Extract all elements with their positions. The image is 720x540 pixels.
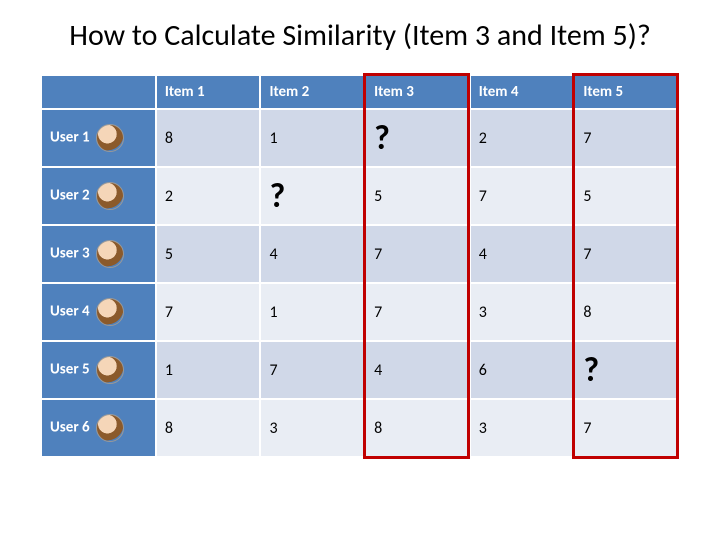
header-blank [41,75,156,109]
cell-value: 1 [156,341,261,399]
cell-value: 8 [156,399,261,457]
cell-value: 7 [365,225,470,283]
cell-value: 4 [260,225,365,283]
table-row: User 354747 [41,225,679,283]
cell-value: 7 [365,283,470,341]
missing-value-icon: ? [374,118,390,159]
user-avatar-icon [96,356,124,384]
table-row: User 51746? [41,341,679,399]
cell-value: 8 [574,283,679,341]
col-header: Item 5 [574,75,679,109]
cell-value: 7 [156,283,261,341]
cell-value: 7 [574,399,679,457]
row-label: User 3 [41,225,156,283]
cell-value: 7 [470,167,575,225]
missing-value-icon: ? [269,176,285,217]
cell-value: 4 [470,225,575,283]
user-avatar-icon [96,182,124,210]
cell-value: 8 [365,399,470,457]
row-label: User 1 [41,109,156,167]
col-header: Item 1 [156,75,261,109]
row-label: User 4 [41,283,156,341]
col-header: Item 2 [260,75,365,109]
cell-value: 7 [574,109,679,167]
cell-value: 5 [574,167,679,225]
cell-value: 2 [470,109,575,167]
cell-value: 3 [470,283,575,341]
user-avatar-icon [96,124,124,152]
cell-value: 5 [365,167,470,225]
cell-value: 7 [574,225,679,283]
user-avatar-icon [96,240,124,268]
similarity-table: Item 1 Item 2 Item 3 Item 4 Item 5 User … [40,74,680,458]
table-row: User 683837 [41,399,679,457]
cell-value: 3 [260,399,365,457]
row-label: User 2 [41,167,156,225]
table-row: User 181? 27 [41,109,679,167]
cell-value: ? [365,109,470,167]
row-label: User 5 [41,341,156,399]
row-label: User 6 [41,399,156,457]
cell-value: 6 [470,341,575,399]
cell-value: 2 [156,167,261,225]
cell-value: 1 [260,283,365,341]
table-container: Item 1 Item 2 Item 3 Item 4 Item 5 User … [40,74,680,458]
cell-value: 4 [365,341,470,399]
cell-value: ? [260,167,365,225]
user-avatar-icon [96,414,124,442]
missing-value-icon: ? [583,350,599,391]
table-row: User 471738 [41,283,679,341]
cell-value: 5 [156,225,261,283]
cell-value: 1 [260,109,365,167]
cell-value: 7 [260,341,365,399]
table-row: User 22? 575 [41,167,679,225]
cell-value: ? [574,341,679,399]
user-avatar-icon [96,298,124,326]
slide-title: How to Calculate Similarity (Item 3 and … [0,0,720,64]
cell-value: 3 [470,399,575,457]
col-header: Item 3 [365,75,470,109]
col-header: Item 4 [470,75,575,109]
cell-value: 8 [156,109,261,167]
